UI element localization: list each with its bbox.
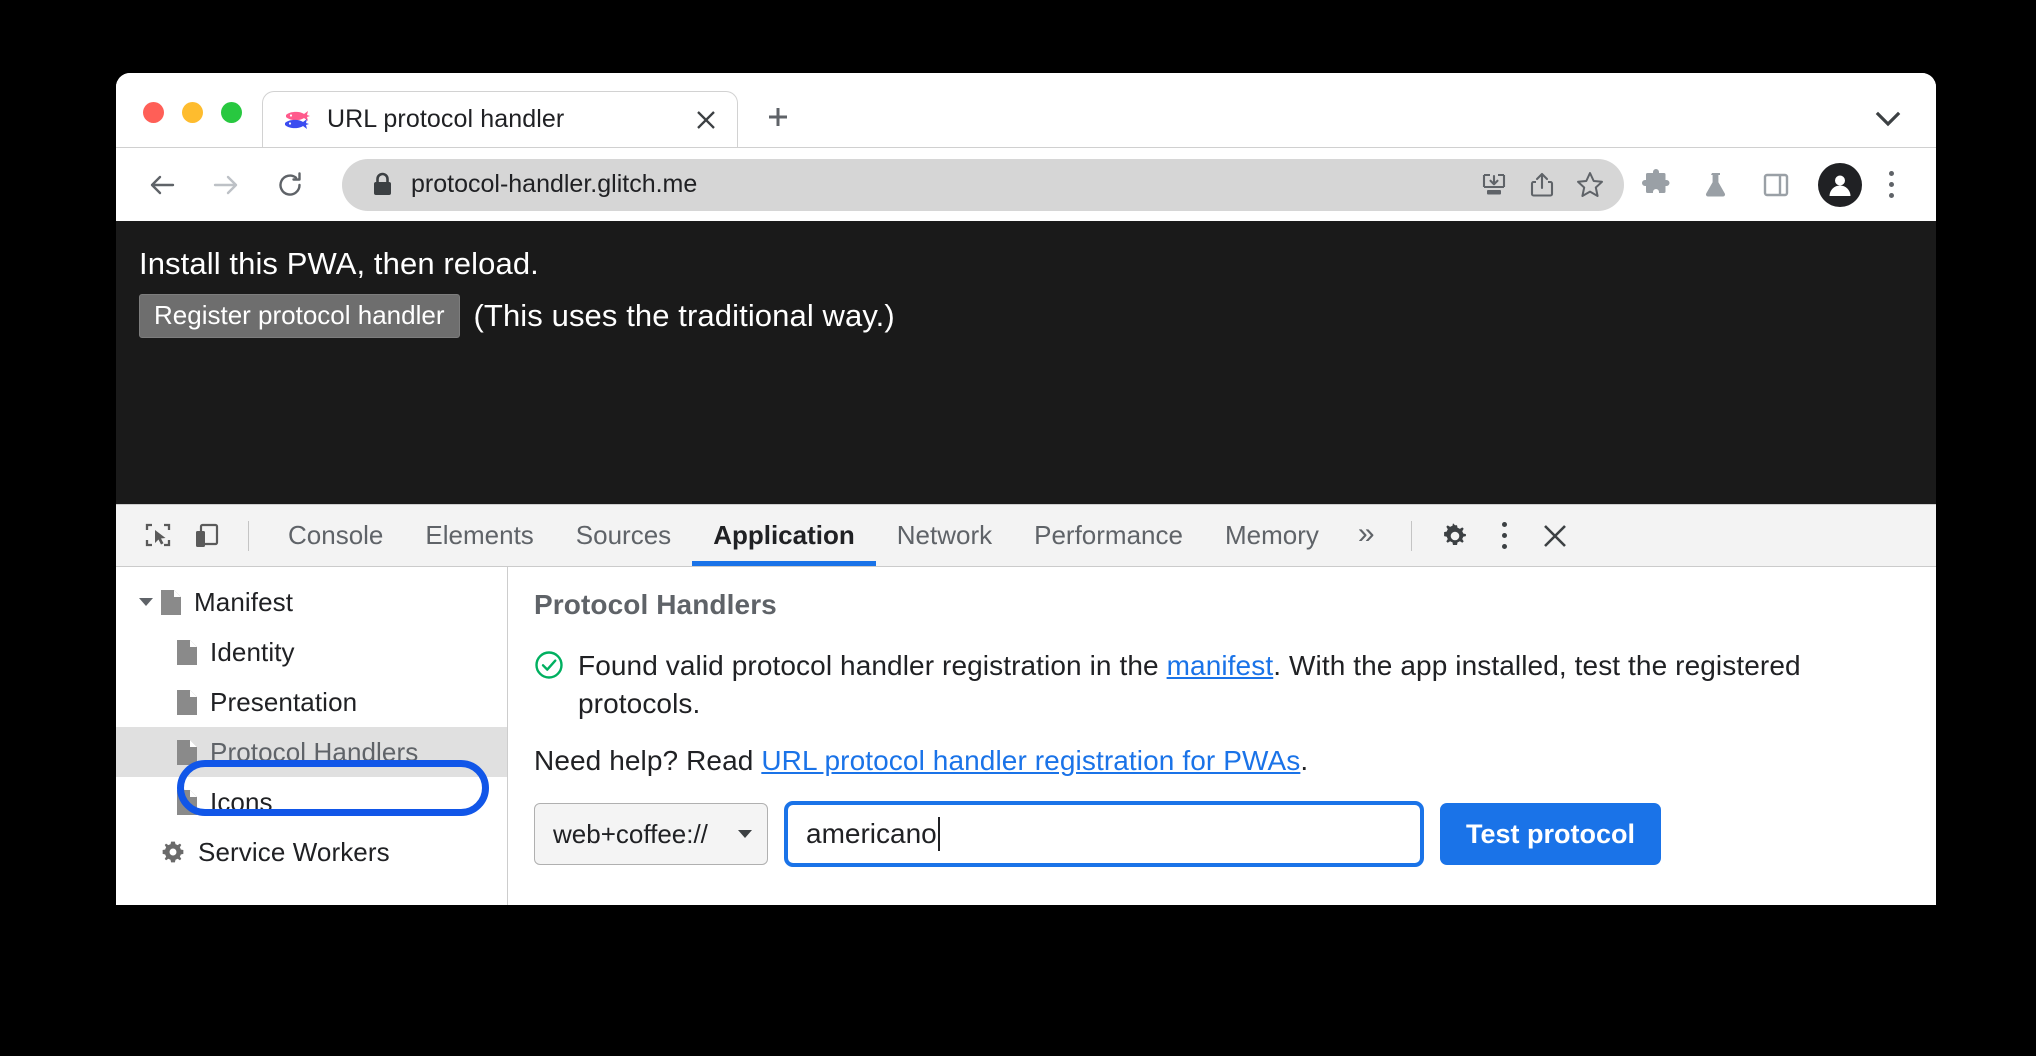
file-icon: [176, 689, 198, 716]
glitch-fish-favicon: [283, 108, 313, 132]
forward-button[interactable]: [198, 157, 254, 213]
status-text: Found valid protocol handler registratio…: [578, 647, 1910, 723]
address-bar[interactable]: protocol-handler.glitch.me: [342, 158, 1624, 211]
window-maximize-button[interactable]: [221, 102, 242, 123]
traffic-lights: [116, 102, 262, 147]
tab-network[interactable]: Network: [876, 505, 1013, 566]
tab-elements[interactable]: Elements: [404, 505, 554, 566]
inspect-element-icon[interactable]: [134, 512, 182, 560]
application-sidebar: Manifest Identity Presentation Protocol …: [116, 567, 508, 905]
help-prefix-text: Need help? Read: [534, 745, 762, 777]
status-message: Found valid protocol handler registratio…: [534, 647, 1910, 723]
browser-window: URL protocol handler protocol-handler.gl…: [116, 73, 1936, 905]
tab-performance[interactable]: Performance: [1013, 505, 1204, 566]
tab-title: URL protocol handler: [327, 105, 565, 133]
protocol-handlers-panel: Protocol Handlers Found valid protocol h…: [508, 567, 1936, 905]
file-icon: [176, 789, 198, 816]
protocol-input[interactable]: americano: [784, 801, 1424, 868]
help-message: Need help? Read URL protocol handler reg…: [534, 745, 1910, 777]
chevron-down-icon[interactable]: [1858, 91, 1918, 147]
pwa-action-row: Register protocol handler (This uses the…: [139, 293, 1936, 339]
sidebar-item-identity[interactable]: Identity: [116, 627, 507, 677]
share-icon[interactable]: [1518, 161, 1566, 209]
gear-icon: [160, 839, 186, 865]
lock-icon[interactable]: [372, 172, 393, 197]
protocol-input-value: americano: [806, 818, 937, 850]
sidebar-item-icons[interactable]: Icons: [116, 777, 507, 827]
devtools-more-options-icon[interactable]: [1480, 511, 1530, 561]
puzzle-piece-icon[interactable]: [1628, 157, 1684, 213]
sidebar-item-label: Identity: [210, 636, 295, 667]
sidebar-item-manifest[interactable]: Manifest: [116, 577, 507, 627]
pwa-install-heading: Install this PWA, then reload.: [139, 246, 539, 281]
kebab-menu-icon[interactable]: [1868, 157, 1914, 213]
help-suffix-text: .: [1300, 745, 1309, 777]
reload-button[interactable]: [262, 157, 318, 213]
devtools-tab-bar: Console Elements Sources Application Net…: [116, 505, 1936, 567]
protocol-test-form: web+coffee:// americano Test protocol: [534, 801, 1910, 868]
side-panel-icon[interactable]: [1748, 157, 1804, 213]
browser-tab[interactable]: URL protocol handler: [262, 91, 738, 147]
devtools-panel: Console Elements Sources Application Net…: [116, 504, 1936, 905]
tab-close-icon[interactable]: [689, 103, 723, 137]
test-protocol-button[interactable]: Test protocol: [1440, 803, 1662, 866]
profile-avatar[interactable]: [1818, 162, 1862, 207]
text-caret: [937, 817, 940, 852]
toolbar-divider-2: [1410, 520, 1412, 551]
register-protocol-handler-button[interactable]: Register protocol handler: [139, 293, 460, 339]
new-tab-button[interactable]: [750, 89, 806, 145]
bookmark-star-icon[interactable]: [1566, 161, 1614, 209]
sidebar-item-label: Presentation: [210, 686, 358, 717]
window-minimize-button[interactable]: [182, 102, 203, 123]
browser-toolbar: protocol-handler.glitch.me: [116, 147, 1936, 221]
page-title: Protocol Handlers: [534, 589, 777, 620]
caret-down-icon: [737, 827, 753, 842]
flask-icon[interactable]: [1688, 157, 1744, 213]
devtools-close-icon[interactable]: [1530, 511, 1580, 561]
status-prefix-text: Found valid protocol handler registratio…: [578, 650, 1167, 681]
tab-sources[interactable]: Sources: [555, 505, 692, 566]
tab-memory[interactable]: Memory: [1204, 505, 1340, 566]
back-button[interactable]: [134, 157, 190, 213]
sidebar-item-label: Icons: [210, 786, 273, 817]
expand-triangle-icon[interactable]: [132, 595, 160, 609]
manifest-link[interactable]: manifest: [1167, 650, 1274, 681]
install-pwa-icon[interactable]: [1470, 161, 1518, 209]
pwa-docs-link[interactable]: URL protocol handler registration for PW…: [761, 745, 1300, 776]
more-tabs-button[interactable]: »: [1340, 505, 1393, 566]
scheme-select[interactable]: web+coffee://: [534, 803, 768, 866]
check-circle-icon: [534, 650, 564, 685]
gear-icon[interactable]: [1430, 511, 1480, 561]
file-icon: [176, 639, 198, 666]
tab-application[interactable]: Application: [692, 505, 876, 566]
window-close-button[interactable]: [143, 102, 164, 123]
pwa-note-text: (This uses the traditional way.): [473, 298, 895, 334]
sidebar-item-service-workers[interactable]: Service Workers: [116, 827, 507, 877]
device-toolbar-icon[interactable]: [182, 512, 230, 560]
tab-console[interactable]: Console: [267, 505, 404, 566]
sidebar-item-label: Service Workers: [198, 836, 390, 867]
address-bar-url: protocol-handler.glitch.me: [411, 170, 698, 198]
toolbar-divider: [248, 520, 249, 551]
file-icon: [176, 739, 198, 766]
sidebar-item-presentation[interactable]: Presentation: [116, 677, 507, 727]
tab-strip: URL protocol handler: [116, 73, 1936, 147]
sidebar-item-label: Manifest: [194, 586, 294, 617]
sidebar-item-label: Protocol Handlers: [210, 736, 419, 767]
page-viewport: Install this PWA, then reload. Register …: [116, 221, 1936, 504]
sidebar-item-protocol-handlers[interactable]: Protocol Handlers: [116, 727, 507, 777]
devtools-body: Manifest Identity Presentation Protocol …: [116, 567, 1936, 905]
scheme-select-value: web+coffee://: [553, 818, 708, 849]
manifest-file-icon: [160, 589, 182, 616]
